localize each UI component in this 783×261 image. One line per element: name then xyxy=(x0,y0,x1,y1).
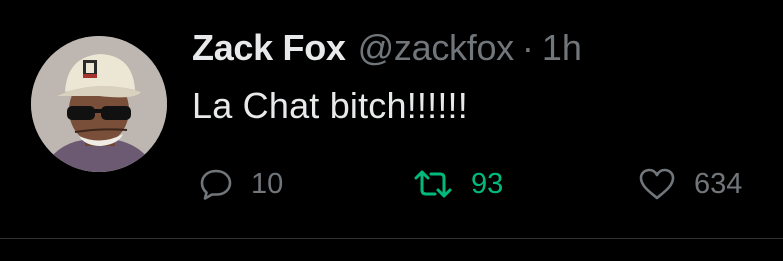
like-button[interactable]: 634 xyxy=(638,162,742,206)
retweet-count: 93 xyxy=(471,167,504,200)
reply-button[interactable]: 10 xyxy=(199,162,283,206)
timestamp[interactable]: 1h xyxy=(542,26,582,70)
like-count: 634 xyxy=(694,167,743,200)
heart-icon xyxy=(638,167,676,201)
retweet-icon xyxy=(413,169,453,199)
handle[interactable]: @zackfox xyxy=(358,26,515,70)
avatar[interactable] xyxy=(31,36,167,172)
avatar-image xyxy=(31,36,167,172)
tweet-header: Zack Fox @zackfox · 1h xyxy=(192,26,582,70)
separator-dot: · xyxy=(521,27,534,68)
divider xyxy=(0,238,783,239)
reply-icon xyxy=(199,168,233,200)
tweet-text: La Chat bitch!!!!!! xyxy=(192,85,468,126)
tweet[interactable]: Zack Fox @zackfox · 1h La Chat bitch!!!!… xyxy=(0,0,783,238)
retweet-button[interactable]: 93 xyxy=(413,162,503,206)
reply-count: 10 xyxy=(251,167,284,200)
display-name[interactable]: Zack Fox xyxy=(192,26,346,70)
